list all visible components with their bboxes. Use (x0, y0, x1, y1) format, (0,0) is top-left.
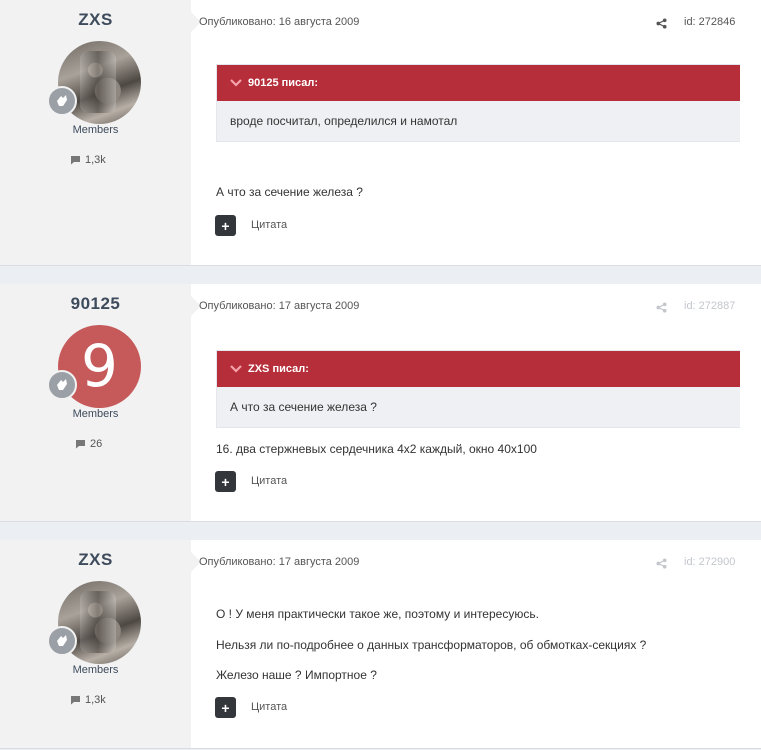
post-id[interactable]: id: 272887 (684, 300, 735, 312)
quote-text: А что за сечение железа ? (230, 400, 377, 414)
quote-button[interactable]: Цитата (251, 219, 287, 231)
rank-badge-icon (47, 86, 77, 116)
post-count: 1,3k (70, 694, 106, 706)
chevron-down-icon[interactable] (230, 365, 242, 373)
post-text: 16. два стержневых сердечника 4х2 каждый… (216, 442, 537, 456)
quote-header: 90125 писал: (217, 65, 740, 101)
chevron-down-icon[interactable] (230, 79, 242, 87)
post-text: Железо наше ? Импортное ? (216, 668, 377, 682)
post-date[interactable]: Опубликовано: 16 августа 2009 (199, 16, 359, 28)
author-panel: ZXS Members 1,3k (0, 540, 201, 748)
post-count: 26 (75, 438, 102, 450)
post-date[interactable]: Опубликовано: 17 августа 2009 (199, 300, 359, 312)
share-icon[interactable] (656, 300, 667, 318)
quote-button[interactable]: Цитата (251, 475, 287, 487)
post: 90125 9 Members 26 Опубликовано: 17 авгу… (0, 284, 761, 522)
author-panel: 90125 9 Members 26 (0, 284, 201, 521)
post-count-value: 1,3k (85, 154, 106, 166)
post-id[interactable]: id: 272846 (684, 16, 735, 28)
quote-author[interactable]: ZXS писал: (248, 363, 309, 375)
quote-block: ZXS писал: А что за сечение железа ? (216, 350, 740, 428)
author-username[interactable]: ZXS (0, 550, 191, 570)
share-icon[interactable] (656, 556, 667, 574)
author-group: Members (72, 408, 119, 420)
post-text: А что за сечение железа ? (216, 185, 363, 199)
quote-block: 90125 писал: вроде посчитал, определился… (216, 64, 740, 142)
post-date[interactable]: Опубликовано: 17 августа 2009 (199, 556, 359, 568)
comment-icon (71, 156, 80, 165)
post-text: Нельзя ли по-подробнее о данных трансфор… (216, 638, 647, 652)
post-content: Опубликовано: 17 августа 2009 id: 272887… (191, 284, 761, 521)
post-count-value: 26 (90, 438, 103, 450)
post-content: Опубликовано: 17 августа 2009 id: 272900… (191, 540, 761, 748)
comment-icon (76, 440, 85, 449)
quote-button[interactable]: Цитата (251, 701, 287, 713)
post-text: О ! У меня практически такое же, поэтому… (216, 607, 539, 621)
comment-icon (71, 696, 80, 705)
author-group: Members (72, 664, 119, 676)
post-id[interactable]: id: 272900 (684, 556, 735, 568)
rank-badge-icon (47, 370, 77, 400)
author-panel: ZXS Members 1,3k (0, 0, 201, 265)
multiquote-plus-button[interactable]: + (215, 471, 236, 492)
post: ZXS Members 1,3k Опубликовано: 17 август… (0, 540, 761, 749)
plus-icon: + (221, 699, 230, 716)
plus-icon: + (221, 217, 230, 234)
post-count: 1,3k (70, 154, 106, 166)
quote-author[interactable]: 90125 писал: (248, 77, 318, 89)
multiquote-plus-button[interactable]: + (215, 697, 236, 718)
quote-header: ZXS писал: (217, 351, 740, 387)
post-content: Опубликовано: 16 августа 2009 id: 272846… (191, 0, 761, 265)
post: ZXS Members 1,3k Опубликовано: 16 август… (0, 0, 761, 266)
rank-badge-icon (47, 626, 77, 656)
share-icon[interactable] (656, 16, 667, 34)
author-username[interactable]: ZXS (0, 10, 191, 30)
plus-icon: + (221, 473, 230, 490)
author-group: Members (72, 124, 119, 136)
multiquote-plus-button[interactable]: + (215, 215, 236, 236)
post-count-value: 1,3k (85, 694, 106, 706)
quote-text: вроде посчитал, определился и намотал (230, 114, 458, 128)
author-username[interactable]: 90125 (0, 294, 191, 314)
